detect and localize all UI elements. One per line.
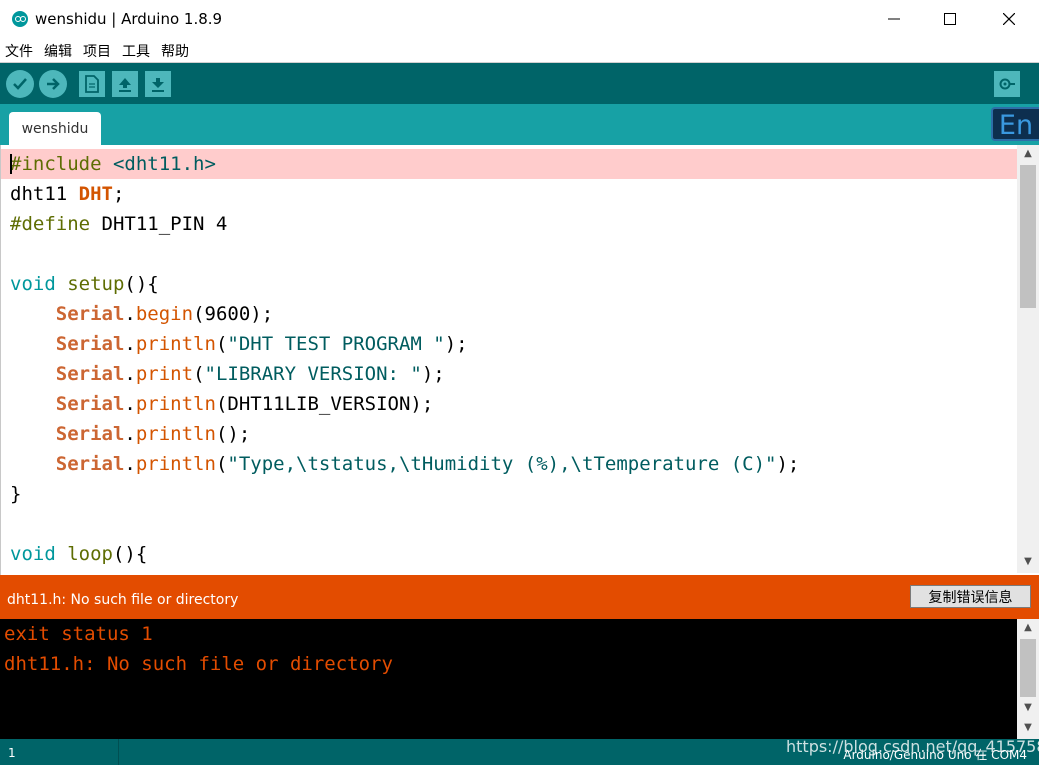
minimize-button[interactable] [865,0,923,38]
menu-file[interactable]: 文件 [5,41,33,61]
scroll-up-arrow-icon[interactable]: ▲ [1017,619,1039,636]
close-button[interactable] [980,0,1038,38]
code-line: void loop(){ [10,543,148,565]
footer-divider [118,739,119,765]
upload-icon [47,78,60,90]
new-button[interactable] [79,71,105,97]
code-line: Serial.println("Type,\tstatus,\tHumidity… [55,453,800,475]
scroll-down-arrow-icon[interactable]: ▼ [1017,699,1039,716]
code-editor[interactable]: #include <dht11.h> dht11 DHT; #define DH… [0,145,1039,575]
line-number: 1 [8,746,16,760]
console-text: exit status 1 dht11.h: No such file or d… [0,619,1017,739]
menu-sketch[interactable]: 项目 [83,41,111,61]
open-button[interactable] [112,71,138,97]
menu-bar: 文件 编辑 项目 工具 帮助 [0,38,1039,63]
console-line: exit status 1 [4,623,153,645]
tab-wenshidu[interactable]: wenshidu [9,112,101,145]
tab-bar: wenshidu En [0,104,1039,145]
verify-button[interactable] [6,70,34,98]
scroll-down-arrow-icon[interactable]: ▼ [1017,553,1039,570]
status-message: dht11.h: No such file or directory [7,592,239,608]
code-line: Serial.print("LIBRARY VERSION: "); [55,363,445,385]
scroll-up-arrow-icon[interactable]: ▲ [1017,145,1039,162]
console-output: exit status 1 dht11.h: No such file or d… [0,619,1039,739]
close-icon [1003,13,1015,25]
copy-error-button[interactable]: 复制错误信息 [910,585,1031,608]
console-scroll-thumb[interactable] [1020,639,1036,697]
save-button[interactable] [145,71,171,97]
ime-indicator: En [991,107,1039,141]
scroll-down-arrow-icon[interactable]: ▼ [1017,719,1039,736]
menu-help[interactable]: 帮助 [161,41,189,61]
code-line: void setup(){ [10,273,159,295]
error-status-bar: dht11.h: No such file or directory 复制错误信… [0,575,1039,619]
code-line: } [10,483,22,505]
code-line: dht11 DHT; [10,183,125,205]
menu-tools[interactable]: 工具 [122,41,150,61]
save-icon [152,78,164,92]
console-scrollbar[interactable]: ▲ ▼ ▼ [1017,619,1039,739]
code-line: Serial.println("DHT TEST PROGRAM "); [55,333,468,355]
serial-monitor-icon [999,78,1015,90]
console-line: dht11.h: No such file or directory [4,653,393,675]
code-line: #define DHT11_PIN 4 [10,213,228,235]
editor-scrollbar[interactable]: ▲ ▼ [1017,145,1039,573]
code-line: #include <dht11.h> [1,149,1018,179]
text-caret [10,154,12,174]
minimize-icon [888,18,900,20]
open-icon [119,78,131,92]
code-line: Serial.println(); [55,423,251,445]
upload-button[interactable] [39,70,67,98]
maximize-button[interactable] [921,0,979,38]
title-bar: wenshidu | Arduino 1.8.9 [0,0,1039,38]
menu-edit[interactable]: 编辑 [44,41,72,61]
editor-scroll-thumb[interactable] [1020,165,1036,308]
toolbar [0,63,1039,104]
code-line: Serial.println(DHT11LIB_VERSION); [55,393,434,415]
code-line: Serial.begin(9600); [55,303,274,325]
maximize-icon [944,13,956,25]
new-icon [85,75,99,93]
serial-monitor-button[interactable] [994,71,1020,97]
watermark: https://blog.csdn.net/qq_41575882 [786,737,1039,756]
arduino-logo-icon [12,11,28,27]
code-area[interactable]: #include <dht11.h> dht11 DHT; #define DH… [1,149,1018,573]
window-title: wenshidu | Arduino 1.8.9 [35,10,223,28]
verify-icon [13,78,27,90]
